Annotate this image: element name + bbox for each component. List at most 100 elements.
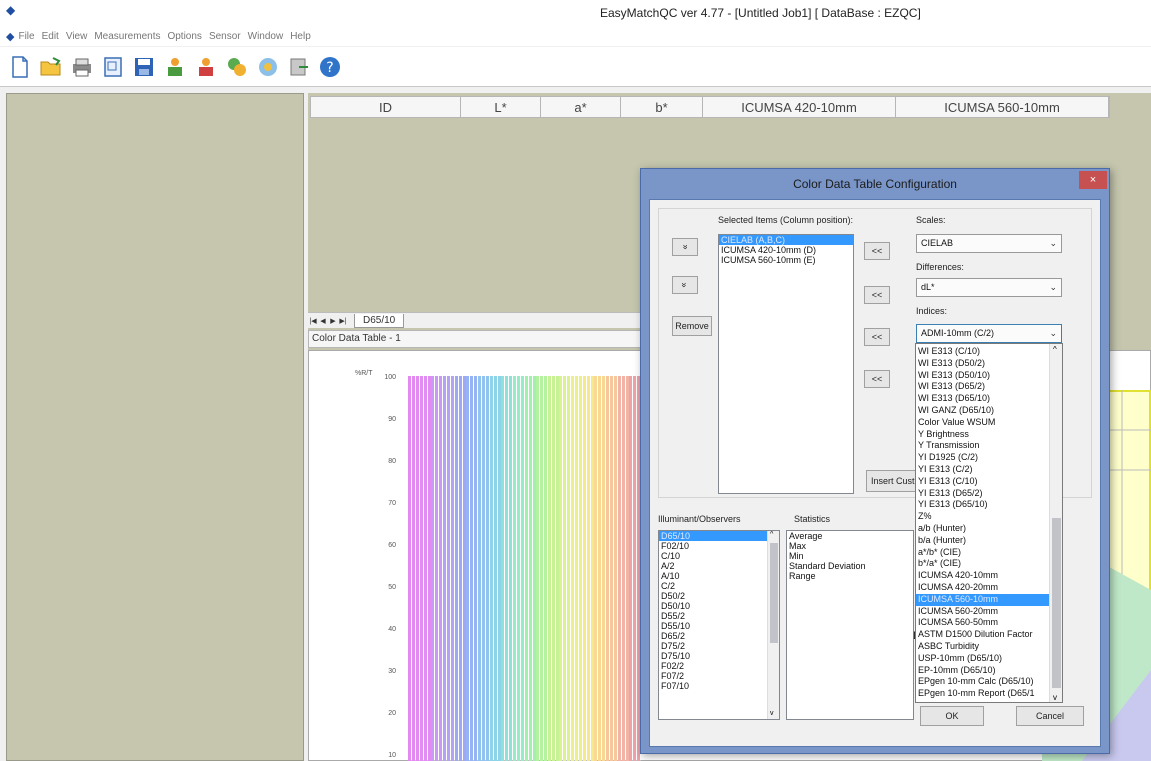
new-button[interactable] [6, 53, 34, 81]
dropdown-item[interactable]: YI E313 (D65/10) [916, 499, 1050, 511]
dropdown-item[interactable]: Z% [916, 511, 1050, 523]
dropdown-item[interactable]: WI E313 (D65/10) [916, 393, 1050, 405]
column-header-id[interactable]: ID [311, 97, 461, 117]
column-header-b[interactable]: b* [621, 97, 703, 117]
dropdown-item[interactable]: WI GANZ (D65/10) [916, 405, 1050, 417]
list-item[interactable]: Max [787, 541, 913, 551]
dropdown-item[interactable]: EPgen 10-mm Report (D65/1 [916, 688, 1050, 700]
scroll-thumb[interactable] [770, 543, 778, 643]
first-sheet-icon[interactable]: |◀ [308, 317, 318, 325]
prev-sheet-icon[interactable]: ◀ [318, 317, 328, 325]
dropdown-item[interactable]: Y Brightness [916, 429, 1050, 441]
menu-window[interactable]: Window [248, 31, 284, 42]
export-button[interactable] [285, 53, 313, 81]
menu-edit[interactable]: Edit [42, 31, 59, 42]
ok-button[interactable]: OK [920, 706, 984, 726]
list-item[interactable]: F02/10 [659, 541, 779, 551]
dropdown-item[interactable]: Y Transmission [916, 440, 1050, 452]
last-sheet-icon[interactable]: ▶| [338, 317, 348, 325]
list-item[interactable]: D75/10 [659, 651, 779, 661]
dropdown-item[interactable]: USP-10mm (D65/10) [916, 653, 1050, 665]
save-button[interactable] [130, 53, 158, 81]
color-data-table-body[interactable] [310, 118, 640, 310]
dropdown-scrollbar[interactable]: ^ v [1049, 344, 1062, 702]
menu-help[interactable]: Help [290, 31, 311, 42]
dropdown-item[interactable]: WI E313 (C/10) [916, 346, 1050, 358]
list-item[interactable]: Min [787, 551, 913, 561]
differences-combo[interactable]: dL* ⌄ [916, 278, 1062, 297]
list-item[interactable]: Average [787, 531, 913, 541]
app-icon[interactable]: ◆ [6, 4, 18, 16]
dropdown-item[interactable]: EP-10mm (D65/10) [916, 665, 1050, 677]
menu-view[interactable]: View [66, 31, 88, 42]
illuminant-scrollbar[interactable]: ^ v [767, 531, 779, 719]
dropdown-item[interactable]: YI E313 (C/10) [916, 476, 1050, 488]
list-item[interactable]: ICUMSA 560-10mm (E) [719, 255, 853, 265]
list-item[interactable]: D65/10 [659, 531, 779, 541]
database-button[interactable] [223, 53, 251, 81]
help-button[interactable]: ? [316, 53, 344, 81]
list-item[interactable]: D55/2 [659, 611, 779, 621]
add-other-button[interactable]: << [864, 370, 890, 388]
statistics-list[interactable]: Average Max Min Standard Deviation Range [786, 530, 914, 720]
menu-file[interactable]: File [18, 31, 34, 42]
list-item[interactable]: D75/2 [659, 641, 779, 651]
insert-custom-button[interactable]: Insert Cust [866, 470, 916, 492]
list-item[interactable]: D50/2 [659, 591, 779, 601]
print-button[interactable] [68, 53, 96, 81]
dropdown-item[interactable]: YI D1925 (C/2) [916, 452, 1050, 464]
add-difference-button[interactable]: << [864, 286, 890, 304]
dropdown-item[interactable]: ASBC Turbidity [916, 641, 1050, 653]
menu-sensor[interactable]: Sensor [209, 31, 241, 42]
dropdown-item[interactable]: WI E313 (D50/2) [916, 358, 1050, 370]
list-item[interactable]: C/10 [659, 551, 779, 561]
dropdown-item[interactable]: YI E313 (C/2) [916, 464, 1050, 476]
dropdown-item[interactable]: Color Value WSUM [916, 417, 1050, 429]
indices-dropdown-list[interactable]: WI E313 (C/10) WI E313 (D50/2) WI E313 (D5… [915, 343, 1063, 703]
menu-options[interactable]: Options [167, 31, 201, 42]
move-down-button[interactable]: » [672, 276, 698, 294]
move-up-button[interactable]: « [672, 238, 698, 256]
list-item[interactable]: CIELAB (A,B,C) [719, 235, 853, 245]
dropdown-item[interactable]: WI E313 (D50/10) [916, 370, 1050, 382]
list-item[interactable]: F07/10 [659, 681, 779, 691]
dropdown-item[interactable]: ICUMSA 420-20mm [916, 582, 1050, 594]
open-button[interactable] [37, 53, 65, 81]
selected-items-list[interactable]: CIELAB (A,B,C) ICUMSA 420-10mm (D) ICUMS… [718, 234, 854, 494]
column-header-l[interactable]: L* [461, 97, 541, 117]
list-item[interactable]: D55/10 [659, 621, 779, 631]
scroll-thumb[interactable] [1052, 518, 1061, 688]
indices-combo[interactable]: ADMI-10mm (C/2) ⌄ [916, 324, 1062, 343]
sheet-tab-d65-10[interactable]: D65/10 [354, 313, 405, 328]
next-sheet-icon[interactable]: ▶ [328, 317, 338, 325]
list-item[interactable]: Standard Deviation [787, 561, 913, 571]
column-header-icumsa-560[interactable]: ICUMSA 560-10mm [896, 97, 1109, 117]
menu-app-icon[interactable]: ◆ [6, 30, 14, 43]
dropdown-item[interactable]: a/b (Hunter) [916, 523, 1050, 535]
list-item[interactable]: C/2 [659, 581, 779, 591]
list-item[interactable]: Range [787, 571, 913, 581]
standard-button[interactable] [161, 53, 189, 81]
illuminant-list[interactable]: D65/10 F02/10 C/10 A/2 A/10 C/2 D50/2 D50/10 D55… [658, 530, 780, 720]
column-header-icumsa-420[interactable]: ICUMSA 420-10mm [703, 97, 896, 117]
list-item[interactable]: F02/2 [659, 661, 779, 671]
remove-button[interactable]: Remove [672, 316, 712, 336]
preview-button[interactable] [99, 53, 127, 81]
left-tree-panel[interactable] [6, 93, 304, 761]
list-item[interactable]: F07/2 [659, 671, 779, 681]
dropdown-item[interactable]: b/a (Hunter) [916, 535, 1050, 547]
instrument-button[interactable] [254, 53, 282, 81]
dropdown-item[interactable]: a*/b* (CIE) [916, 547, 1050, 559]
dropdown-item[interactable]: b*/a* (CIE) [916, 558, 1050, 570]
add-index-button[interactable]: << [864, 328, 890, 346]
add-scale-button[interactable]: << [864, 242, 890, 260]
dropdown-item[interactable]: ICUMSA 560-50mm [916, 617, 1050, 629]
cancel-button[interactable]: Cancel [1016, 706, 1084, 726]
dropdown-item[interactable]: ICUMSA 560-20mm [916, 606, 1050, 618]
dropdown-item[interactable]: YI E313 (D65/2) [916, 488, 1050, 500]
dropdown-item[interactable]: ASTM D1500 Dilution Factor [916, 629, 1050, 641]
column-header-a[interactable]: a* [541, 97, 621, 117]
close-button[interactable]: × [1079, 171, 1107, 189]
dropdown-item[interactable]: EPgen 10-mm Calc (D65/10) [916, 676, 1050, 688]
list-item[interactable]: D65/2 [659, 631, 779, 641]
